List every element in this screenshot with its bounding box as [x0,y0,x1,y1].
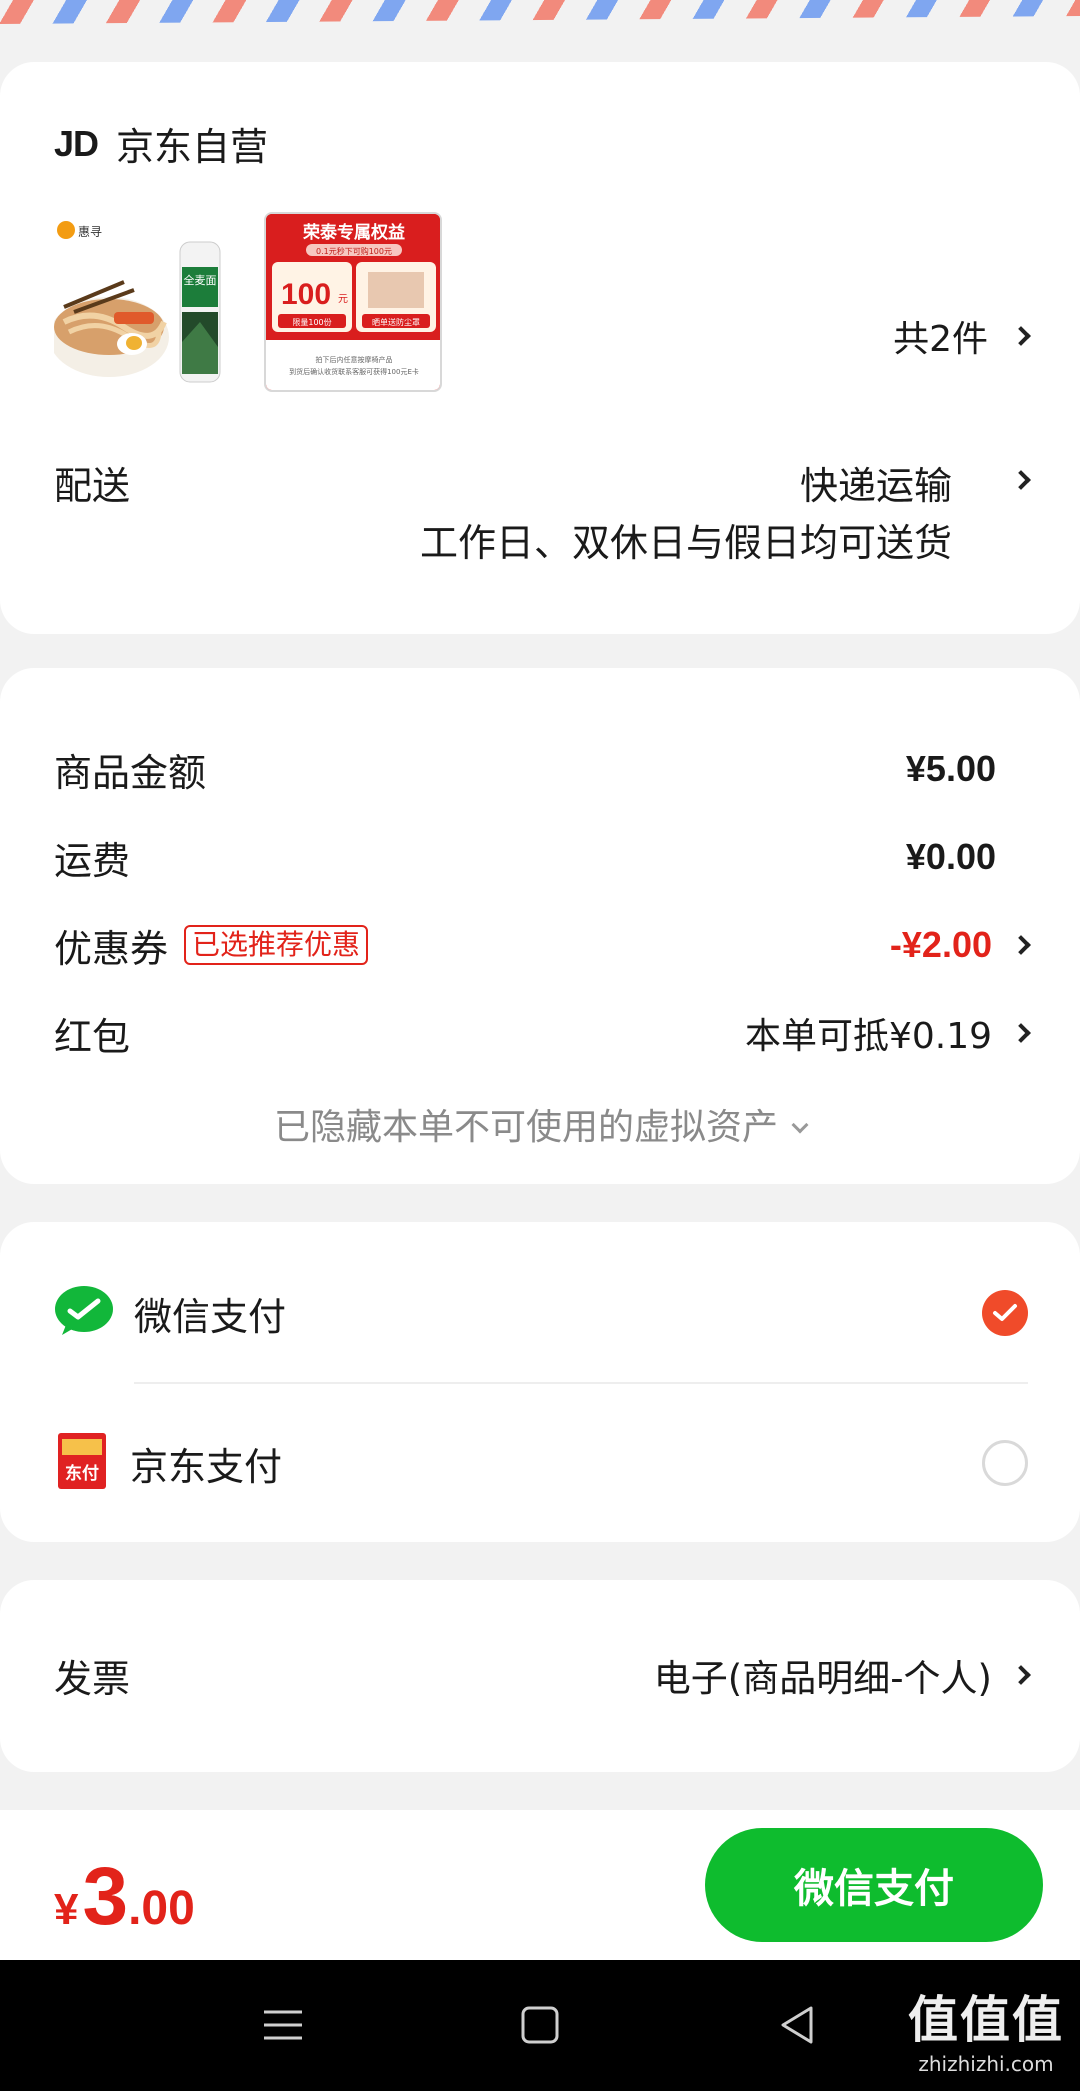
hidden-assets-toggle[interactable]: 已隐藏本单不可使用的虚拟资产 [0,1098,1080,1150]
jd-pay-label: 京东支付 [130,1444,283,1489]
amount-card: 商品金额 ¥5.00 运费 ¥0.00 优惠券 已选推荐优惠 -¥2.00 红包… [0,668,1080,1184]
red-packet-value: 本单可抵¥0.19 [744,1016,992,1057]
checkout-bar: ¥ 3 .00 微信支付 [0,1810,1080,1960]
watermark: 值值值 zhizhizhi.com [908,1980,1064,2076]
shop-name: 京东自营 [116,125,269,169]
shipping-method[interactable]: 快递运输 [800,455,952,510]
wechat-pay-label: 微信支付 [134,1294,287,1339]
shipping-label: 配送 [54,464,131,508]
jd-pay-icon: 东付 [54,1431,110,1495]
invoice-row[interactable]: 发票 电子(商品明细-个人) [54,1650,1031,1701]
coupon-label: 优惠券 [54,926,169,971]
chevron-down-icon [791,1116,809,1134]
jd-logo: JD [54,122,99,164]
freight-label: 运费 [54,838,131,883]
item-count-link[interactable]: 共2件 [893,310,1031,362]
system-nav-bar: 值值值 zhizhizhi.com [0,1960,1080,2091]
promo-amount: 100 [281,278,331,311]
invoice-value: 电子(商品明细-个人) [653,1657,992,1700]
jd-pay-icon-text: 东付 [65,1463,99,1484]
goods-amount-row: 商品金额 ¥5.00 [54,744,1028,795]
red-packet-row[interactable]: 红包 本单可抵¥0.19 [54,1008,1031,1059]
freight-row: 运费 ¥0.00 [54,832,1028,883]
total-price: ¥ 3 .00 [54,1850,195,1944]
menu-icon[interactable] [258,2000,308,2050]
payment-option-wechat[interactable]: 微信支付 [54,1278,1028,1348]
noodle-pack-text: 全麦面 [184,273,217,287]
invoice-card: 发票 电子(商品明细-个人) [0,1580,1080,1772]
total-currency: ¥ [54,1885,79,1934]
watermark-main: 值值值 [908,1991,1064,2049]
shop-card: JD 京东自营 惠寻 全麦面 荣泰专属权益 0.1元秒下可购100元 100 元… [0,62,1080,634]
payment-option-jdpay[interactable]: 东付 京东支付 [54,1428,1028,1498]
product-thumb-promo[interactable]: 荣泰专属权益 0.1元秒下可购100元 100 元 限量100份 晒单送防尘罩 … [264,212,442,392]
red-packet-label: 红包 [54,1014,131,1059]
promo-right: 晒单送防尘罩 [372,317,420,327]
wechat-icon [54,1285,114,1341]
chevron-right-icon [1011,1023,1031,1043]
shipping-note: 工作日、双休日与假日均可送货 [419,521,952,565]
chevron-right-icon [1011,1665,1031,1685]
shop-header: JD 京东自营 [54,116,268,171]
freight-value: ¥0.00 [905,836,996,877]
divider [134,1382,1028,1384]
radio-selected-icon[interactable] [982,1290,1028,1336]
chevron-right-icon[interactable] [1011,470,1031,490]
home-icon[interactable] [515,2000,565,2050]
coupon-value: -¥2.00 [889,924,992,965]
coupon-row[interactable]: 优惠券 已选推荐优惠 -¥2.00 [54,920,1031,971]
pay-button[interactable]: 微信支付 [705,1828,1043,1942]
promo-footer-2: 到货后确认收货联系客服可获得100元E卡 [289,367,419,376]
product-thumb-noodles[interactable]: 惠寻 全麦面 [54,212,232,392]
back-icon[interactable] [773,2000,823,2050]
promo-limit: 限量100份 [292,317,331,327]
goods-amount-value: ¥5.00 [905,748,996,789]
hidden-assets-text: 已隐藏本单不可使用的虚拟资产 [273,1107,778,1148]
promo-sub: 0.1元秒下可购100元 [316,246,392,256]
payment-card: 微信支付 东付 京东支付 [0,1222,1080,1542]
goods-amount-label: 商品金额 [54,750,207,795]
invoice-label: 发票 [54,1656,131,1701]
total-integer: 3 [82,1851,129,1942]
chevron-right-icon [1011,326,1031,346]
item-count: 共2件 [893,319,988,360]
chevron-right-icon [1011,935,1031,955]
coupon-tag: 已选推荐优惠 [184,925,369,965]
promo-title: 荣泰专属权益 [302,222,405,243]
noodle-brand: 惠寻 [78,225,102,239]
promo-footer-1: 拍下后内任意按摩椅产品 [316,355,393,364]
promo-unit: 元 [338,294,348,305]
radio-unselected-icon[interactable] [982,1440,1028,1486]
watermark-url: zhizhizhi.com [918,2052,1054,2076]
total-decimal: .00 [128,1882,195,1935]
